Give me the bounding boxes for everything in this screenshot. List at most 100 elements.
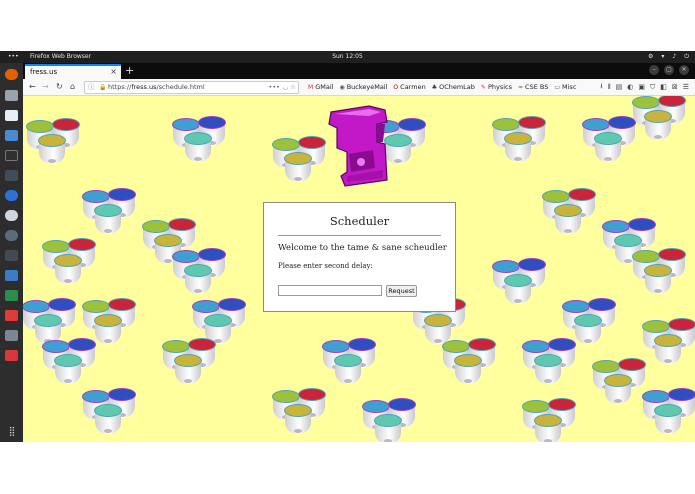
bookmark-icon: ♣	[431, 83, 438, 91]
bookmark-item[interactable]: ≈ CSE BS	[518, 83, 548, 91]
bookmark-item[interactable]: ✎ Physics	[481, 83, 512, 91]
forward-arrow-icon[interactable]: →	[42, 81, 49, 93]
download-icon[interactable]: ⭳	[600, 82, 602, 93]
network-icon: ▾	[661, 53, 665, 60]
minimize-icon[interactable]: –	[649, 65, 659, 75]
bookmark-label: GMail	[315, 83, 334, 91]
k-cup-image	[174, 354, 202, 384]
bookmark-icon: ✎	[480, 83, 486, 91]
drop-icon[interactable]	[5, 210, 18, 221]
files-icon[interactable]	[5, 90, 18, 101]
k-cup-image	[644, 264, 672, 294]
system-tray[interactable]: ⚙ ▾ ♪ ⏻	[648, 51, 689, 63]
k-cup-image	[284, 404, 312, 434]
bookmark-icon: ≈	[518, 83, 524, 91]
sheet-icon[interactable]	[5, 310, 18, 321]
clock[interactable]: Sun 12:05	[0, 51, 695, 63]
extension-icon[interactable]: ◐	[627, 83, 633, 91]
k-cup-image	[654, 334, 682, 364]
bookmark-item[interactable]: ◉ BuckeyeMail	[339, 83, 387, 91]
app-icon[interactable]	[5, 250, 18, 261]
k-cup-image	[334, 354, 362, 384]
request-button[interactable]: Request	[386, 285, 417, 297]
menu-icon[interactable]: ☰	[683, 83, 689, 91]
k-cup-image	[534, 354, 562, 384]
terminal-icon[interactable]	[5, 150, 18, 161]
sidebar-icon[interactable]: ▤	[616, 83, 623, 91]
bookmarks-bar: M GMail ◉ BuckeyeMail O Carmen ♣ OChemLab ✎ Physi…	[308, 79, 576, 95]
image-icon[interactable]	[5, 270, 18, 281]
k-cup-image	[94, 314, 122, 344]
close-tab-icon[interactable]: ×	[110, 66, 117, 78]
home-icon[interactable]: ⌂	[70, 81, 75, 93]
k-cup-image	[38, 134, 66, 164]
info-icon[interactable]: ⓘ	[88, 82, 95, 93]
bookmark-item[interactable]: M GMail	[308, 83, 333, 91]
delay-prompt: Please enter second delay:	[278, 262, 373, 270]
bookmark-label: Misc	[562, 83, 577, 91]
archive-icon[interactable]	[5, 130, 18, 141]
disk-icon[interactable]	[5, 230, 18, 241]
k-cup-image	[94, 204, 122, 234]
k-cup-image	[284, 152, 312, 182]
bookmark-icon: M	[308, 83, 314, 91]
extension-icon[interactable]: ◧	[660, 83, 667, 91]
pocket-icon[interactable]: ◡	[282, 82, 288, 93]
window-controls: – ▢ ✕	[649, 65, 689, 75]
bookmark-label: Physics	[487, 83, 512, 91]
bookmark-label: OChemLab	[439, 83, 475, 91]
bookmark-icon: O	[393, 83, 399, 91]
page-content: Scheduler Welcome to the tame & sane sch…	[23, 96, 695, 442]
divider	[278, 235, 441, 236]
extension-icon[interactable]: ⊠	[672, 83, 678, 91]
tab-title: fress.us	[30, 68, 58, 76]
check-icon[interactable]	[5, 190, 18, 201]
firefox-icon[interactable]	[5, 69, 18, 80]
k-cup-image	[644, 110, 672, 140]
dock: ⣿	[0, 63, 23, 442]
folder-icon[interactable]	[5, 330, 18, 341]
navigation-toolbar: ← → ↻ ⌂ ⓘ 🔒 https://fress.us/schedule.ht…	[23, 79, 695, 96]
bookmark-label: CSE BS	[525, 83, 549, 91]
back-arrow-icon[interactable]: ←	[29, 81, 36, 93]
maximize-icon[interactable]: ▢	[664, 65, 674, 75]
k-cup-image	[654, 404, 682, 434]
coffee-machine-image	[328, 105, 388, 187]
page-actions-icon[interactable]: •••	[268, 82, 280, 93]
gnome-top-bar: ••• Firefox Web Browser Sun 12:05 ⚙ ▾ ♪ …	[0, 51, 695, 63]
url-bar[interactable]: ⓘ 🔒 https://fress.us/schedule.html ••• ◡…	[84, 81, 299, 94]
bookmark-item[interactable]: ♣ OChemLab	[432, 83, 475, 91]
k-cup-image	[374, 414, 402, 442]
k-cup-image	[604, 374, 632, 404]
reload-icon[interactable]: ↻	[56, 81, 63, 93]
new-tab-button[interactable]: +	[125, 63, 134, 79]
browser-tab[interactable]: fress.us ×	[25, 64, 121, 79]
delay-input[interactable]	[278, 285, 382, 296]
dialog-title: Scheduler	[329, 214, 390, 228]
extension-icon[interactable]: ▣	[638, 83, 645, 91]
settings-icon: ⚙	[648, 53, 654, 60]
bookmark-item[interactable]: O Carmen	[393, 83, 425, 91]
shield-icon[interactable]: ⛉	[650, 83, 655, 92]
welcome-text: Welcome to the tame & sane scheudler	[278, 243, 447, 253]
k-cup-image	[504, 132, 532, 162]
k-cup-image	[554, 204, 582, 234]
document-icon[interactable]	[5, 110, 18, 121]
k-cup-image	[54, 354, 82, 384]
k-cup-image	[594, 132, 622, 162]
bookmark-icon: ▭	[554, 83, 561, 91]
k-cup-image	[184, 132, 212, 162]
chat-icon[interactable]	[5, 170, 18, 181]
k-cup-image	[454, 354, 482, 384]
bookmark-item[interactable]: ▭ Misc	[554, 83, 576, 91]
bookmark-icon: ◉	[339, 83, 345, 91]
close-window-icon[interactable]: ✕	[679, 65, 689, 75]
monitor-icon[interactable]	[5, 290, 18, 301]
pdf-icon[interactable]	[5, 350, 18, 361]
app-grid-icon[interactable]: ⣿	[6, 426, 18, 438]
bookmark-star-icon[interactable]: ☆	[290, 82, 296, 93]
library-icon[interactable]: ⫴	[608, 83, 611, 92]
k-cup-image	[574, 314, 602, 344]
k-cup-image	[54, 254, 82, 284]
k-cup-image	[94, 404, 122, 434]
